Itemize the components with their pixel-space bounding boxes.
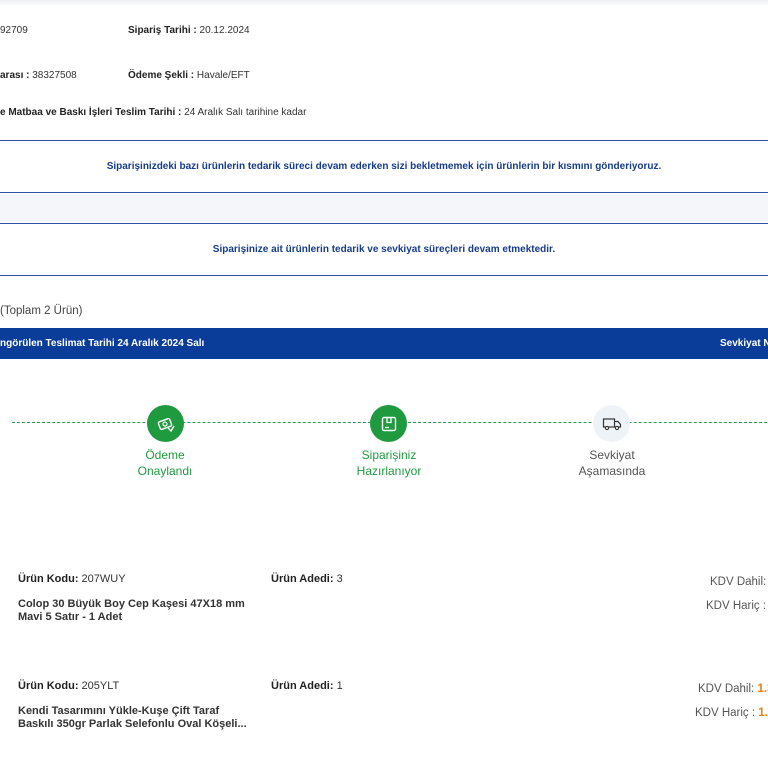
product-quantity: Ürün Adedi: 1 (271, 680, 343, 692)
step-payment-line1: Ödeme (145, 448, 185, 462)
step-shipping: Sevkiyat Aşamasında (552, 447, 672, 479)
order-date-value: 20.12.2024 (199, 25, 250, 36)
product-code-value: 207WUY (81, 573, 126, 585)
price-without-vat: KDV Hariç : 1.1 (695, 707, 768, 719)
price-without-vat-value: 1.1 (758, 707, 768, 719)
step-payment-line2: Onaylandı (137, 464, 193, 478)
delivery-value: 24 Aralık Salı tarihine kadar (184, 107, 307, 118)
notice-spacer (0, 194, 768, 222)
product-quantity: Ürün Adedi: 3 (271, 573, 343, 585)
step-shipping-line1: Sevkiyat (589, 448, 635, 462)
partial-shipment-notice: Siparişinizdeki bazı ürünlerin tedarik s… (0, 140, 768, 193)
shipment-number-label: Sevkiyat N (720, 338, 768, 349)
product-name-line2: Mavi 5 Satır - 1 Adet (18, 611, 123, 623)
product-code-label: Ürün Kodu: (18, 573, 79, 585)
product-code-label: Ürün Kodu: (18, 680, 79, 692)
tracking-number: arası : 38327508 (0, 70, 77, 81)
price-without-vat: KDV Hariç : 6 (706, 600, 768, 612)
product-code: Ürün Kodu: 205YLT (18, 680, 119, 692)
price-without-vat-label: KDV Hariç : (695, 707, 756, 719)
package-icon (370, 405, 407, 442)
product-quantity-label: Ürün Adedi: (271, 680, 334, 692)
price-with-vat-value: 1.3 (757, 683, 768, 695)
product-name[interactable]: Kendi Tasarımını Yükle-Kuşe Çift Taraf B… (18, 705, 253, 731)
product-quantity-value: 1 (336, 680, 343, 692)
step-payment-approved: Ödeme Onaylandı (105, 447, 225, 479)
product-name-line1: Colop 30 Büyük Boy Cep Kaşesi 47X18 mm (18, 598, 245, 610)
print-delivery-date: e Matbaa ve Baskı İşleri Teslim Tarihi :… (0, 107, 306, 118)
order-number-value: 92709 (0, 25, 28, 36)
shipment-header-band: ngörülen Teslimat Tarihi 24 Aralık 2024 … (0, 328, 768, 359)
payment-method: Ödeme Şekli : Havale/EFT (128, 70, 250, 81)
total-products: (Toplam 2 Ürün) (0, 305, 83, 317)
order-date-label: Sipariş Tarihi : (128, 25, 197, 36)
payment-label: Ödeme Şekli : (128, 70, 195, 81)
product-name[interactable]: Colop 30 Büyük Boy Cep Kaşesi 47X18 mm M… (18, 598, 253, 624)
payment-value: Havale/EFT (196, 70, 250, 81)
step-order-preparing: Siparişiniz Hazırlanıyor (329, 447, 449, 479)
step-shipping-line2: Aşamasında (578, 464, 646, 478)
product-code-value: 205YLT (81, 680, 120, 692)
product-quantity-label: Ürün Adedi: (271, 573, 334, 585)
product-code: Ürün Kodu: 207WUY (18, 573, 126, 585)
step-preparing-line2: Hazırlanıyor (356, 464, 422, 478)
price-with-vat: KDV Dahil: 1.3 (698, 683, 768, 695)
delivery-label: e Matbaa ve Baskı İşleri Teslim Tarihi : (0, 107, 182, 118)
step-preparing-line1: Siparişiniz (361, 448, 417, 462)
price-with-vat-label: KDV Dahil: (698, 683, 755, 695)
partial-shipment-notice-text: Siparişinizdeki bazı ürünlerin tedarik s… (106, 161, 662, 172)
order-number: 92709 (0, 25, 28, 36)
supply-process-notice: Siparişinize ait ürünlerin tedarik ve se… (0, 223, 768, 276)
product-quantity-value: 3 (336, 573, 343, 585)
price-with-vat: KDV Dahil: 1 (710, 576, 768, 588)
order-date: Sipariş Tarihi : 20.12.2024 (128, 25, 250, 36)
product-name-line1: Kendi Tasarımını Yükle-Kuşe Çift Taraf (18, 705, 220, 717)
tracking-value: 38327508 (32, 70, 77, 81)
truck-icon (593, 405, 630, 442)
product-name-line2: Baskılı 350gr Parlak Selefonlu Oval Köşe… (18, 718, 247, 730)
price-without-vat-label: KDV Hariç : (706, 600, 767, 612)
supply-process-notice-text: Siparişinize ait ürünlerin tedarik ve se… (212, 244, 556, 255)
payment-approved-icon (147, 405, 184, 442)
top-shadow (0, 0, 768, 6)
price-with-vat-label: KDV Dahil: (710, 576, 767, 588)
tracking-label: arası : (0, 70, 30, 81)
estimated-delivery-text: ngörülen Teslimat Tarihi 24 Aralık 2024 … (0, 338, 205, 349)
